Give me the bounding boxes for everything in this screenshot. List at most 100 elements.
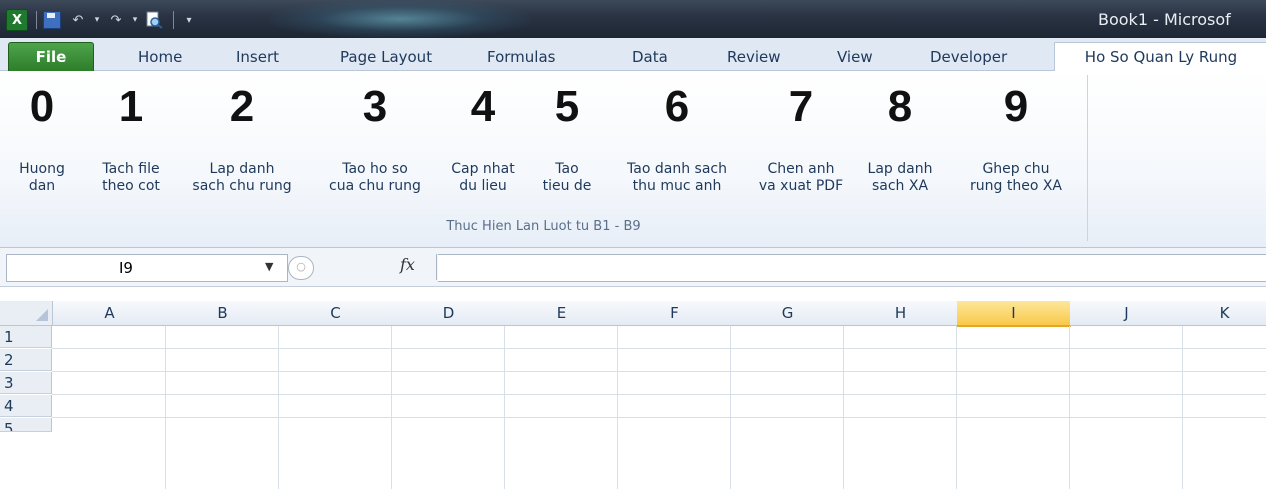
- ribbon-button-label: Tao ho so cua chu rung: [329, 161, 421, 194]
- gridline: [391, 326, 392, 489]
- ribbon-tab-row: File Home Insert Page Layout Formulas Da…: [0, 38, 1266, 72]
- ribbon: 0 Huong dan 1 Tach file theo cot 2 Lap d…: [0, 71, 1266, 248]
- gridline: [52, 394, 1266, 395]
- column-header-i[interactable]: I: [957, 301, 1071, 327]
- gridline: [730, 326, 731, 489]
- tab-file[interactable]: File: [8, 42, 94, 71]
- ribbon-button-2[interactable]: 2 Lap danh sach chu rung: [172, 81, 312, 195]
- worksheet-grid[interactable]: A B C D E F G H I J K 1 2 3 4 5: [0, 292, 1266, 489]
- row-header-3[interactable]: 3: [0, 372, 52, 394]
- gridline: [1182, 326, 1183, 489]
- tab-page-layout[interactable]: Page Layout: [340, 44, 432, 70]
- quick-access-toolbar: X ↶ ▾ ↷ ▾ ▾: [6, 9, 204, 31]
- ribbon-button-label: Chen anh va xuat PDF: [758, 161, 844, 194]
- column-header-f[interactable]: F: [618, 301, 732, 326]
- column-header-h[interactable]: H: [844, 301, 958, 326]
- ribbon-button-1[interactable]: 1 Tach file theo cot: [86, 81, 176, 195]
- column-header-e[interactable]: E: [505, 301, 619, 326]
- column-header-c[interactable]: C: [279, 301, 393, 326]
- column-header-b[interactable]: B: [166, 301, 280, 326]
- tab-formulas[interactable]: Formulas: [487, 44, 555, 70]
- gridline: [165, 326, 166, 489]
- ribbon-button-number: 4: [470, 82, 496, 131]
- ribbon-button-number: 7: [788, 82, 814, 131]
- gridline: [843, 326, 844, 489]
- ribbon-button-label: Tach file theo cot: [102, 161, 160, 194]
- select-all-button[interactable]: [0, 301, 53, 326]
- ribbon-button-0[interactable]: 0 Huong dan: [12, 81, 72, 195]
- row-header-1[interactable]: 1: [0, 326, 52, 348]
- gridline: [52, 417, 1266, 418]
- ribbon-group-separator: [1087, 75, 1088, 241]
- ribbon-button-number: 0: [29, 82, 55, 131]
- ribbon-button-label: Huong dan: [19, 161, 65, 194]
- print-preview-icon[interactable]: [143, 9, 165, 31]
- column-header-k[interactable]: K: [1183, 301, 1266, 326]
- ribbon-button-number: 6: [664, 82, 690, 131]
- row-header-2[interactable]: 2: [0, 349, 52, 371]
- ribbon-button-3[interactable]: 3 Tao ho so cua chu rung: [312, 81, 438, 195]
- gridline: [617, 326, 618, 489]
- gridline: [504, 326, 505, 489]
- tab-review[interactable]: Review: [727, 44, 781, 70]
- formula-bar: I9 ▼ ○ fx: [0, 248, 1266, 287]
- ribbon-button-6[interactable]: 6 Tao danh sach thu muc anh: [606, 81, 748, 195]
- ribbon-button-label: Lap danh sach chu rung: [192, 161, 292, 194]
- excel-app-icon[interactable]: X: [6, 9, 28, 31]
- formula-input[interactable]: [438, 254, 1266, 282]
- ribbon-button-label: Cap nhat du lieu: [451, 161, 515, 194]
- gridline: [1069, 326, 1070, 489]
- column-header-g[interactable]: G: [731, 301, 845, 326]
- tab-ho-so-quan-ly-rung[interactable]: Ho So Quan Ly Rung: [1054, 42, 1266, 72]
- chevron-down-icon[interactable]: ▼: [265, 260, 273, 273]
- tab-insert[interactable]: Insert: [236, 44, 279, 70]
- gridline: [52, 348, 1266, 349]
- ribbon-button-label: Tao tieu de: [542, 161, 592, 194]
- window-title: Book1 - Microsof: [1098, 10, 1231, 29]
- undo-icon[interactable]: ↶: [67, 9, 89, 31]
- ribbon-button-number: 2: [229, 82, 255, 131]
- redo-icon[interactable]: ↷: [105, 9, 127, 31]
- column-header-a[interactable]: A: [53, 301, 167, 326]
- gridline: [956, 326, 957, 489]
- ribbon-button-8[interactable]: 8 Lap danh sach XA: [854, 81, 946, 195]
- insert-function-icon[interactable]: fx: [400, 255, 415, 274]
- save-glyph: [43, 11, 61, 29]
- gridline: [52, 371, 1266, 372]
- qat-separator-2: [173, 11, 174, 29]
- ribbon-button-label: Tao danh sach thu muc anh: [627, 161, 727, 194]
- formula-bar-resize-icon[interactable]: ○: [288, 256, 314, 280]
- ribbon-button-number: 1: [118, 82, 144, 131]
- ribbon-button-label: Ghep chu rung theo XA: [970, 161, 1062, 194]
- ribbon-button-number: 3: [362, 82, 388, 131]
- save-icon[interactable]: [41, 9, 63, 31]
- column-header-j[interactable]: J: [1070, 301, 1184, 326]
- row-header-5[interactable]: 5: [0, 418, 52, 432]
- ribbon-button-number: 9: [1003, 82, 1029, 131]
- ribbon-button-number: 8: [887, 82, 913, 131]
- name-box[interactable]: I9 ▼: [6, 254, 288, 282]
- title-glow: [270, 0, 530, 38]
- name-box-value: I9: [119, 259, 133, 277]
- customize-qat-icon[interactable]: ▾: [178, 9, 200, 31]
- ribbon-button-5[interactable]: 5 Tao tieu de: [528, 81, 606, 195]
- ribbon-button-4[interactable]: 4 Cap nhat du lieu: [438, 81, 528, 195]
- qat-separator: [36, 11, 37, 29]
- tab-view[interactable]: View: [837, 44, 873, 70]
- tab-home[interactable]: Home: [138, 44, 182, 70]
- redo-dropdown-icon[interactable]: ▾: [131, 9, 139, 31]
- excel-logo-icon: X: [6, 9, 28, 31]
- ribbon-button-number: 5: [554, 82, 580, 131]
- title-bar: X ↶ ▾ ↷ ▾ ▾ Book1 - Microsof: [0, 0, 1266, 38]
- ribbon-button-7[interactable]: 7 Chen anh va xuat PDF: [748, 81, 854, 195]
- tab-developer[interactable]: Developer: [930, 44, 1007, 70]
- ribbon-button-9[interactable]: 9 Ghep chu rung theo XA: [946, 81, 1086, 195]
- row-header-4[interactable]: 4: [0, 395, 52, 417]
- tab-data[interactable]: Data: [632, 44, 668, 70]
- gridline: [278, 326, 279, 489]
- ribbon-button-label: Lap danh sach XA: [867, 161, 933, 194]
- column-header-d[interactable]: D: [392, 301, 506, 326]
- formula-separator: [436, 254, 437, 280]
- ribbon-group-label: Thuc Hien Lan Luot tu B1 - B9: [446, 219, 641, 234]
- undo-dropdown-icon[interactable]: ▾: [93, 9, 101, 31]
